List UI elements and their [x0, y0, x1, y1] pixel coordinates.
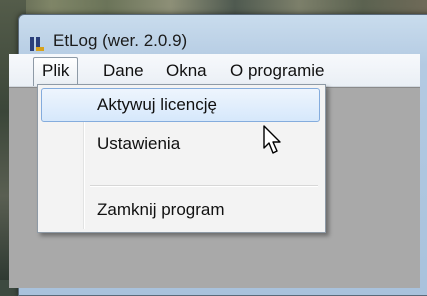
- menu-item-zamknij-program[interactable]: Zamknij program: [41, 193, 320, 227]
- menu-o-programie[interactable]: O programie: [222, 58, 332, 84]
- etlog-app-icon[interactable]: [29, 35, 45, 53]
- arrow-pointer-icon: [263, 125, 281, 154]
- menu-item-label: Aktywuj licencję: [97, 95, 217, 114]
- menu-okna[interactable]: Okna: [158, 58, 215, 84]
- menu-bar: Plik Dane Okna O programie: [9, 54, 420, 87]
- window-title: EtLog (wer. 2.0.9): [53, 31, 188, 50]
- menu-item-label: Zamknij program: [97, 200, 225, 219]
- plik-dropdown-menu: Aktywuj licencję Ustawienia Zamknij prog…: [37, 84, 326, 233]
- menu-item-aktywuj-licencje[interactable]: Aktywuj licencję: [41, 88, 320, 122]
- menu-plik[interactable]: Plik: [33, 57, 79, 86]
- menu-separator: [90, 185, 318, 187]
- menu-dane[interactable]: Dane: [95, 58, 152, 84]
- menu-item-label: Ustawienia: [97, 134, 181, 153]
